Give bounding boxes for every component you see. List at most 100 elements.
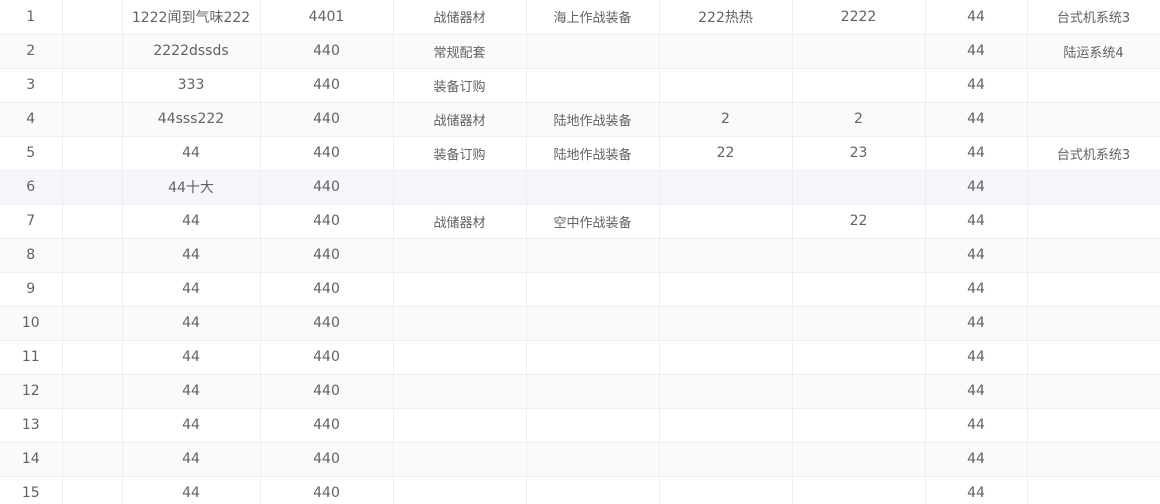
cell-name: 44: [122, 408, 261, 443]
table-row[interactable]: 6 44十大 440 44: [0, 170, 1160, 205]
cell-index: 2: [0, 34, 63, 69]
cell-system: [1027, 272, 1160, 307]
cell-index: 7: [0, 204, 63, 239]
table-row[interactable]: 5 44 440 装备订购 陆地作战装备 22 23 44 台式机系统3: [0, 136, 1160, 171]
table-row[interactable]: 1 1222闻到气味222 4401 战储器材 海上作战装备 222热热 2222 44 台式机…: [0, 0, 1160, 35]
cell-category: 常规配套: [393, 34, 527, 69]
cell-field-b: [792, 408, 926, 443]
cell-code: 440: [260, 238, 394, 273]
cell-index: 8: [0, 238, 63, 273]
cell-quantity: 44: [925, 408, 1028, 443]
table-row[interactable]: 11 44 440 44: [0, 340, 1160, 375]
cell-field-a: [659, 442, 793, 477]
cell-code: 440: [260, 476, 394, 504]
cell-name: 44sss222: [122, 102, 261, 137]
cell-field-b: [792, 68, 926, 103]
table-row[interactable]: 3 333 440 装备订购 44: [0, 68, 1160, 103]
cell-index: 12: [0, 374, 63, 409]
cell-code: 440: [260, 102, 394, 137]
data-table-wrapper[interactable]: 1 1222闻到气味222 4401 战储器材 海上作战装备 222热热 2222 44 台式机…: [0, 0, 1160, 504]
cell-equipment-type: [526, 238, 660, 273]
cell-quantity: 44: [925, 102, 1028, 137]
cell-field-a: [659, 204, 793, 239]
cell-field-a: [659, 238, 793, 273]
table-body: 1 1222闻到气味222 4401 战储器材 海上作战装备 222热热 2222 44 台式机…: [0, 0, 1160, 504]
cell-field-a: [659, 68, 793, 103]
table-row[interactable]: 8 44 440 44: [0, 238, 1160, 273]
cell-blank: [62, 408, 123, 443]
cell-equipment-type: 空中作战装备: [526, 204, 660, 239]
cell-system: 台式机系统3: [1027, 136, 1160, 171]
cell-blank: [62, 374, 123, 409]
cell-code: 4401: [260, 0, 394, 35]
cell-code: 440: [260, 306, 394, 341]
cell-equipment-type: [526, 442, 660, 477]
cell-blank: [62, 204, 123, 239]
cell-index: 10: [0, 306, 63, 341]
cell-field-b: [792, 272, 926, 307]
cell-equipment-type: [526, 272, 660, 307]
table-row[interactable]: 2 2222dssds 440 常规配套 44 陆运系统4: [0, 34, 1160, 69]
cell-field-b: 23: [792, 136, 926, 171]
cell-blank: [62, 476, 123, 504]
cell-code: 440: [260, 442, 394, 477]
cell-field-a: [659, 306, 793, 341]
cell-category: 战储器材: [393, 102, 527, 137]
cell-equipment-type: [526, 476, 660, 504]
cell-index: 3: [0, 68, 63, 103]
cell-name: 44: [122, 306, 261, 341]
cell-category: [393, 272, 527, 307]
cell-field-a: 2: [659, 102, 793, 137]
cell-field-a: [659, 408, 793, 443]
table-row[interactable]: 14 44 440 44: [0, 442, 1160, 477]
cell-blank: [62, 102, 123, 137]
cell-quantity: 44: [925, 374, 1028, 409]
cell-field-a: [659, 374, 793, 409]
cell-index: 1: [0, 0, 63, 35]
cell-index: 4: [0, 102, 63, 137]
cell-blank: [62, 272, 123, 307]
table-row[interactable]: 9 44 440 44: [0, 272, 1160, 307]
cell-name: 44: [122, 374, 261, 409]
cell-blank: [62, 340, 123, 375]
cell-category: [393, 340, 527, 375]
cell-category: 战储器材: [393, 204, 527, 239]
cell-system: 台式机系统3: [1027, 0, 1160, 35]
cell-field-b: 2: [792, 102, 926, 137]
cell-field-b: [792, 238, 926, 273]
cell-name: 44: [122, 238, 261, 273]
table-row[interactable]: 12 44 440 44: [0, 374, 1160, 409]
cell-field-a: [659, 170, 793, 205]
table-row[interactable]: 4 44sss222 440 战储器材 陆地作战装备 2 2 44: [0, 102, 1160, 137]
cell-name: 44: [122, 340, 261, 375]
cell-blank: [62, 136, 123, 171]
cell-system: [1027, 238, 1160, 273]
table-row[interactable]: 15 44 440 44: [0, 476, 1160, 504]
cell-quantity: 44: [925, 170, 1028, 205]
cell-category: 战储器材: [393, 0, 527, 35]
table-row[interactable]: 13 44 440 44: [0, 408, 1160, 443]
cell-blank: [62, 68, 123, 103]
cell-system: [1027, 442, 1160, 477]
cell-field-b: [792, 476, 926, 504]
cell-quantity: 44: [925, 340, 1028, 375]
table-row[interactable]: 10 44 440 44: [0, 306, 1160, 341]
cell-system: [1027, 306, 1160, 341]
cell-index: 11: [0, 340, 63, 375]
table-row[interactable]: 7 44 440 战储器材 空中作战装备 22 44: [0, 204, 1160, 239]
cell-code: 440: [260, 272, 394, 307]
cell-category: [393, 442, 527, 477]
cell-code: 440: [260, 136, 394, 171]
cell-name: 44: [122, 204, 261, 239]
cell-quantity: 44: [925, 442, 1028, 477]
cell-category: [393, 476, 527, 504]
cell-name: 44: [122, 136, 261, 171]
cell-field-b: [792, 170, 926, 205]
cell-name: 1222闻到气味222: [122, 0, 261, 35]
cell-equipment-type: [526, 340, 660, 375]
cell-name: 44: [122, 476, 261, 504]
cell-quantity: 44: [925, 306, 1028, 341]
cell-blank: [62, 0, 123, 35]
cell-quantity: 44: [925, 136, 1028, 171]
cell-equipment-type: [526, 34, 660, 69]
